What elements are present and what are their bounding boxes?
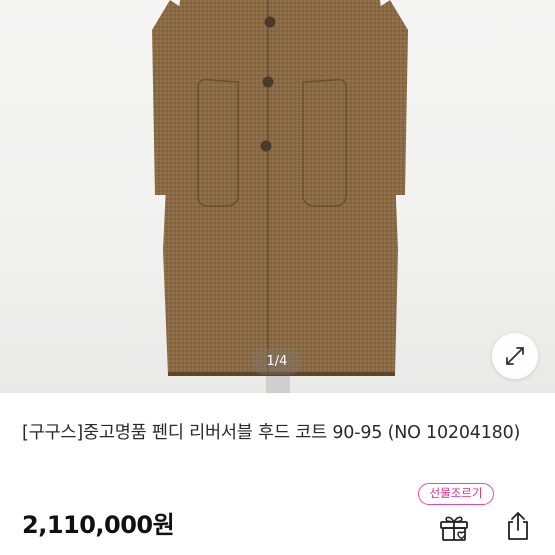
image-pager: 1/4	[252, 349, 302, 375]
expand-arrows-icon	[506, 347, 524, 365]
product-image	[152, 0, 408, 393]
expand-image-button[interactable]	[492, 333, 538, 379]
gift-icon[interactable]	[438, 512, 470, 542]
share-icon[interactable]	[504, 511, 532, 541]
gift-request-badge[interactable]: 선물조르기	[418, 483, 494, 505]
product-title: [구구스]중고명품 펜디 리버서블 후드 코트 90-95 (NO 102041…	[22, 423, 521, 443]
product-price: 2,110,000원	[22, 511, 175, 539]
product-image-gallery[interactable]: 1/4	[0, 0, 555, 393]
